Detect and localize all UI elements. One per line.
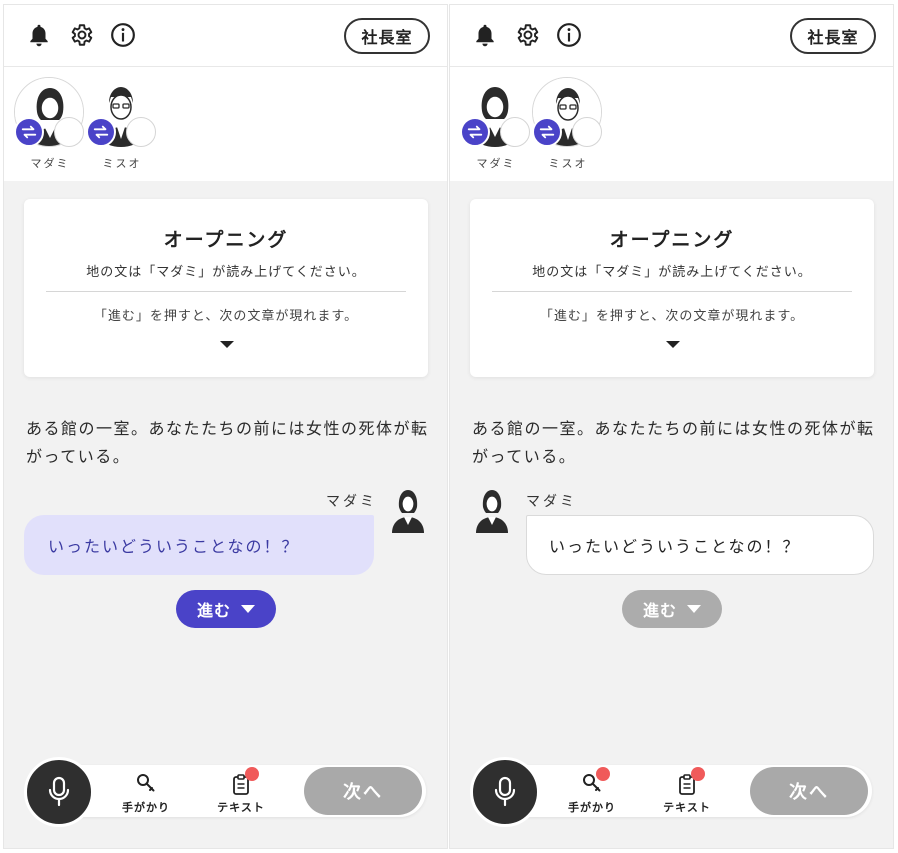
clues-button[interactable]: 手がかり [116,771,176,817]
character-name: マダミ [476,157,516,170]
text-label: テキスト [663,801,711,814]
swap-icon[interactable] [14,117,44,147]
next-button[interactable]: 次へ [750,767,868,815]
notification-badge [596,767,610,781]
narration-text: ある館の一室。あなたたちの前には女性の死体が転がっている。 [472,419,875,466]
info-icon[interactable] [110,22,136,48]
bell-icon[interactable] [26,22,52,48]
clues-label: 手がかり [568,801,616,814]
scene-subtitle: 地の文は「マダミ」が読み上げてください。 [86,265,366,280]
scene-title: オープニング [609,229,735,251]
woman-avatar-icon [472,487,512,533]
gear-icon[interactable] [68,22,94,48]
message-bubble: いったいどういうことなの！？ [526,515,874,575]
text-label: テキスト [217,801,265,814]
narration-text: ある館の一室。あなたたちの前には女性の死体が転がっている。 [26,419,429,466]
caret-down-icon [666,341,680,348]
room-button[interactable]: 社長室 [790,18,876,54]
character-madami[interactable]: マダミ [14,77,86,177]
top-bar: 社長室 [450,5,893,67]
scene-title: オープニング [163,229,289,251]
microphone-icon [48,776,70,807]
proceed-button[interactable]: 進む [176,590,276,628]
divider [492,291,852,292]
scene-card: オープニング 地の文は「マダミ」が読み上げてください。 「進む」を押すと、次の文… [24,199,428,377]
scene-subtitle: 地の文は「マダミ」が読み上げてください。 [532,265,812,280]
game-screen-left: 社長室 マダミ ミスオ オープニング 地の文は「マダミ」が読み上げてください。 [3,4,448,849]
proceed-label: 進む [196,601,231,620]
triangle-down-icon [687,605,701,613]
clues-label: 手がかり [122,801,170,814]
player-slot[interactable] [126,117,156,147]
character-misuo[interactable]: ミスオ [86,77,158,177]
scene-hint: 「進む」を押すと、次の文章が現れます。 [93,309,359,324]
speaker-name: マダミ [326,494,377,510]
notification-badge [691,767,705,781]
speaker-name: マダミ [526,494,577,510]
microphone-button[interactable] [24,757,94,827]
room-button[interactable]: 社長室 [344,18,430,54]
caret-down-icon [220,341,234,348]
next-button[interactable]: 次へ [304,767,422,815]
bell-icon[interactable] [472,22,498,48]
character-strip: マダミ ミスオ [4,67,447,181]
microphone-button[interactable] [470,757,540,827]
clues-button[interactable]: 手がかり [562,767,622,817]
game-screen-right: 社長室 マダミ ミスオ オープニング 地の文は「マダミ」が読み上げてください。 [449,4,894,849]
character-name: マダミ [30,157,70,170]
player-slot[interactable] [500,117,530,147]
scene-card: オープニング 地の文は「マダミ」が読み上げてください。 「進む」を押すと、次の文… [470,199,874,377]
scene-hint: 「進む」を押すと、次の文章が現れます。 [539,309,805,324]
message-bubble: いったいどういうことなの！？ [24,515,374,575]
notification-badge [245,767,259,781]
text-button[interactable]: テキスト [657,767,717,817]
swap-icon[interactable] [86,117,116,147]
woman-avatar-icon [388,487,428,533]
player-slot[interactable] [54,117,84,147]
text-button[interactable]: テキスト [211,767,271,817]
character-misuo[interactable]: ミスオ [532,77,604,177]
swap-icon[interactable] [460,117,490,147]
character-madami[interactable]: マダミ [460,77,532,177]
triangle-down-icon [241,605,255,613]
top-bar: 社長室 [4,5,447,67]
divider [46,291,406,292]
microphone-icon [494,776,516,807]
info-icon[interactable] [556,22,582,48]
gear-icon[interactable] [514,22,540,48]
player-slot[interactable] [572,117,602,147]
swap-icon[interactable] [532,117,562,147]
character-name: ミスオ [102,157,142,170]
proceed-label: 進む [642,601,677,620]
character-name: ミスオ [548,157,588,170]
search-key-icon [136,773,156,795]
proceed-button[interactable]: 進む [622,590,722,628]
character-strip: マダミ ミスオ [450,67,893,181]
